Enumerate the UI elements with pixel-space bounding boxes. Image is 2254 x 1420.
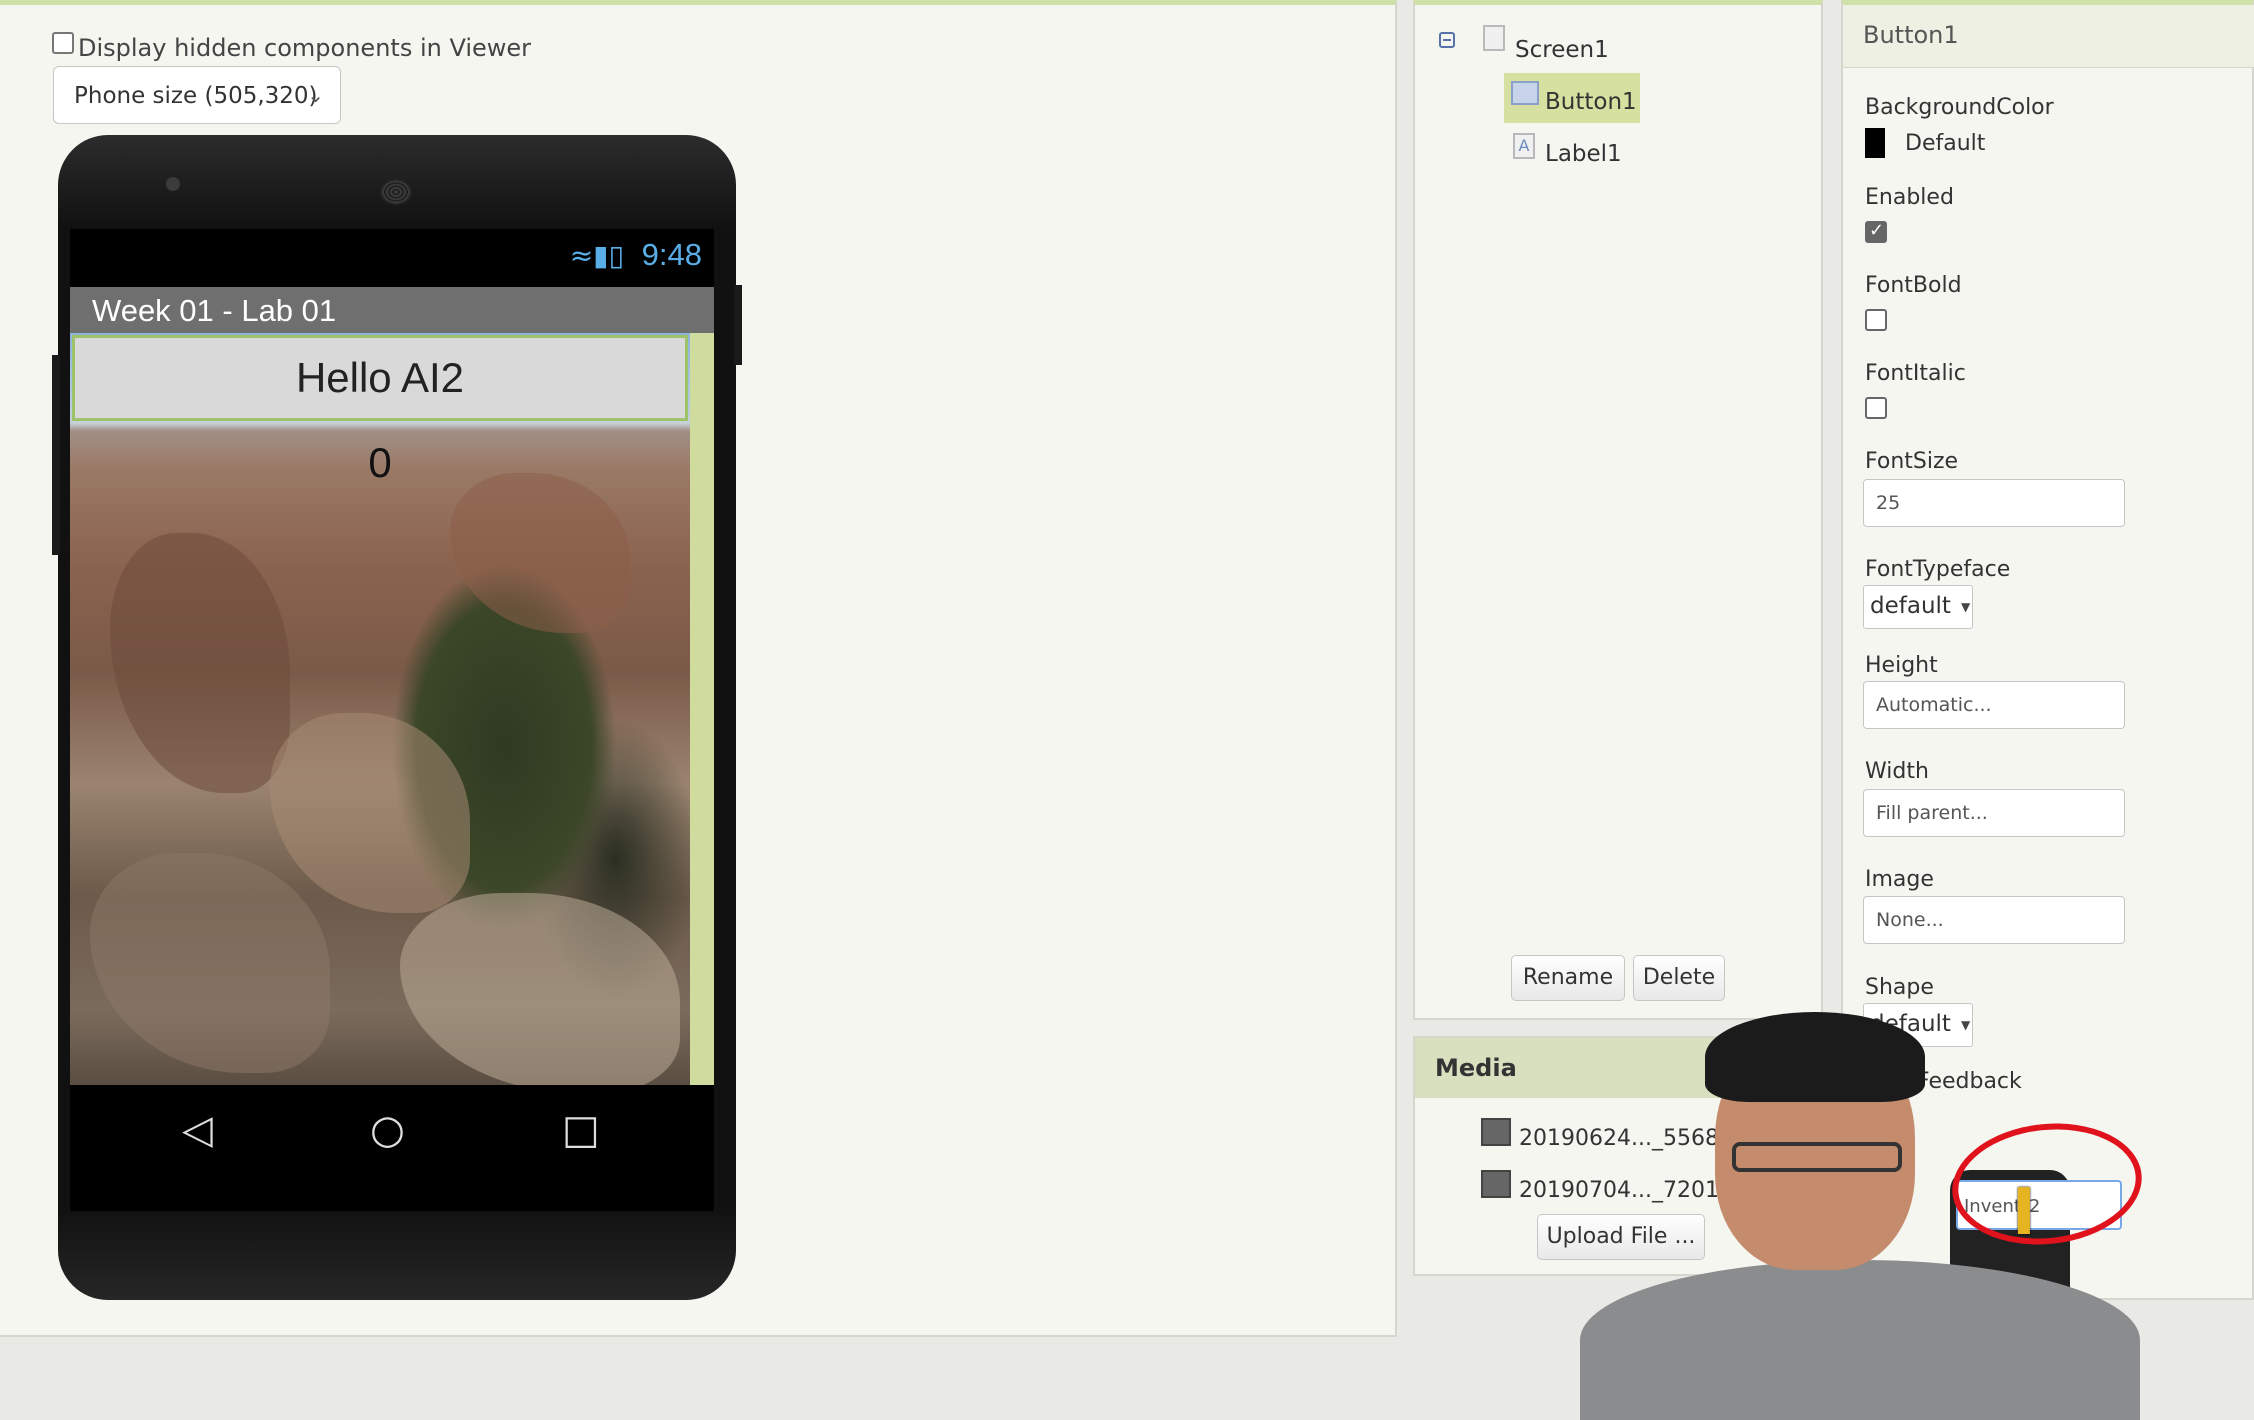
display-hidden-label: Display hidden components in Viewer (78, 34, 532, 62)
front-camera-icon (166, 177, 180, 191)
properties-component-name: Button1 (1863, 21, 1959, 49)
fontsize-input[interactable]: 25 (1863, 479, 2125, 527)
width-input[interactable]: Fill parent... (1863, 789, 2125, 837)
tree-item-screen1[interactable]: Screen1 (1515, 37, 1609, 63)
enabled-label: Enabled (1865, 185, 1954, 210)
hello-button[interactable]: Hello AI2 (72, 335, 688, 421)
delete-button[interactable]: Delete (1633, 955, 1725, 1001)
background-color-value[interactable]: Default (1905, 131, 1985, 156)
power-button (734, 285, 742, 365)
fonttypeface-label: FontTypeface (1865, 557, 2011, 582)
speaker-grille-icon (380, 179, 412, 205)
volume-button (52, 355, 60, 555)
fontbold-label: FontBold (1865, 273, 1962, 298)
media-title: Media (1435, 1054, 1517, 1082)
dropdown-arrow-icon: ▼ (1960, 599, 1971, 614)
enabled-checkbox[interactable] (1865, 220, 1887, 243)
presenter-glasses (1732, 1142, 1902, 1172)
image-file-icon (1481, 1170, 1511, 1198)
tree-item-label1[interactable]: Label1 (1545, 141, 1622, 167)
fontitalic-label: FontItalic (1865, 361, 1966, 386)
screen-content: Hello AI2 0 (70, 333, 714, 1085)
label1-text: 0 (368, 439, 392, 486)
signal-battery-icon: ≈▮▯ (569, 239, 624, 272)
chevron-down-icon: ⌄ (307, 83, 324, 107)
presenter-hair (1705, 1012, 1925, 1102)
height-label: Height (1865, 653, 1938, 678)
android-navbar: ◁ ○ □ (70, 1085, 714, 1173)
tree-item-button1[interactable]: Button1 (1545, 89, 1637, 115)
phone-size-value: Phone size (505,320) (74, 83, 318, 109)
status-bar: ≈▮▯ 9:48 (70, 229, 714, 287)
width-label: Width (1865, 759, 1929, 784)
components-tree-panel: Screen1 Button1 A Label1 Rename Delete (1413, 0, 1823, 1020)
background-color-label: BackgroundColor (1865, 95, 2054, 120)
shape-label: Shape (1865, 975, 1934, 1000)
recents-icon[interactable]: □ (562, 1107, 600, 1153)
fonttypeface-select[interactable]: default ▼ (1863, 585, 1973, 629)
screen-title: Week 01 - Lab 01 (92, 293, 337, 328)
back-icon[interactable]: ◁ (182, 1107, 213, 1153)
rename-button[interactable]: Rename (1511, 955, 1625, 1001)
presenter-shirt (1580, 1260, 2140, 1420)
color-swatch[interactable] (1865, 128, 1885, 158)
button-icon (1511, 81, 1539, 105)
screen-titlebar: Week 01 - Lab 01 (70, 287, 714, 333)
phone-screen: ≈▮▯ 9:48 Week 01 - Lab 01 Hello AI2 0 ◁ (70, 229, 714, 1211)
image-label: Image (1865, 867, 1934, 892)
screen-icon (1483, 25, 1505, 51)
collapse-icon[interactable] (1439, 32, 1455, 48)
status-time: 9:48 (641, 237, 702, 272)
phone-size-select[interactable]: Phone size (505,320) ⌄ (53, 66, 341, 124)
height-input[interactable]: Automatic... (1863, 681, 2125, 729)
fonttypeface-value: default (1870, 593, 1951, 619)
properties-header: Button1 (1843, 5, 2254, 68)
image-file-icon (1481, 1118, 1511, 1146)
label-icon: A (1513, 133, 1535, 159)
display-hidden-checkbox[interactable] (52, 32, 74, 54)
phone-mockup: ≈▮▯ 9:48 Week 01 - Lab 01 Hello AI2 0 ◁ (52, 135, 742, 1300)
fontitalic-checkbox[interactable] (1865, 397, 1887, 419)
home-icon[interactable]: ○ (370, 1107, 405, 1153)
viewer-panel: Display hidden components in Viewer Phon… (0, 0, 1397, 1337)
fontbold-checkbox[interactable] (1865, 309, 1887, 331)
image-input[interactable]: None... (1863, 896, 2125, 944)
fontsize-label: FontSize (1865, 449, 1959, 474)
